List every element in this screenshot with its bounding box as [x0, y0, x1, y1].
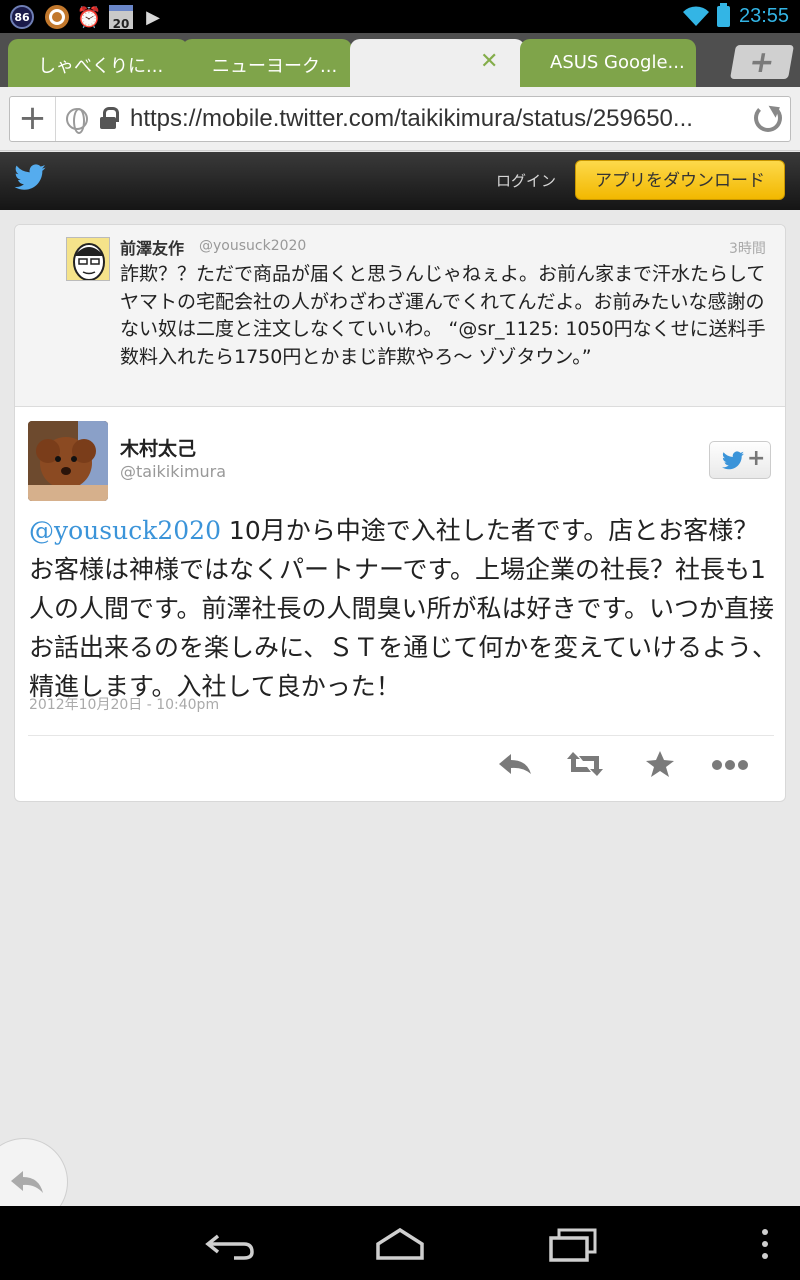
more-icon[interactable]	[710, 748, 750, 780]
tab-4[interactable]: ASUS Google...	[520, 39, 696, 87]
tweet-card: 前澤友作 @yousuck2020 3時間 詐欺？？ただで商品が届くと思うんじゃ…	[14, 224, 786, 802]
reply-text: 詐欺？？ただで商品が届くと思うんじゃねぇよ。お前ん家まで汗水たらしてヤマトの宅配…	[120, 263, 766, 368]
reply-author-name[interactable]: 前澤友作	[120, 235, 184, 259]
add-bookmark-icon[interactable]: +	[10, 97, 56, 141]
author-name[interactable]: 木村太己	[120, 434, 196, 461]
app-notification-icon	[45, 5, 69, 29]
tab-active[interactable]	[350, 39, 525, 87]
notification-badge-icon: 86	[10, 5, 34, 29]
reply-author-handle[interactable]: @yousuck2020	[199, 238, 306, 254]
wifi-icon	[683, 6, 709, 26]
mention-link[interactable]: @yousuck2020	[29, 516, 221, 545]
recent-apps-icon[interactable]	[547, 1224, 599, 1264]
lock-icon	[100, 107, 119, 131]
twitter-bird-icon	[722, 451, 744, 470]
login-link[interactable]: ログイン	[496, 170, 556, 191]
close-tab-icon[interactable]: ✕	[480, 49, 498, 74]
system-nav-bar	[0, 1206, 800, 1280]
calendar-icon: 20	[109, 5, 133, 31]
new-tab-button[interactable]: +	[730, 45, 794, 80]
tweet-text: @yousuck2020 10月から中途で入社した者です。店とお客様？お客様は神…	[29, 511, 777, 706]
reply-avatar[interactable]	[66, 237, 110, 281]
back-arrow-icon	[11, 1171, 43, 1193]
url-text[interactable]: https://mobile.twitter.com/taikikimura/s…	[130, 105, 693, 133]
tab-2[interactable]: ニューヨーク...	[182, 39, 352, 87]
home-icon[interactable]	[374, 1224, 426, 1264]
reply-timestamp: 3時間	[729, 241, 766, 257]
address-bar[interactable]: + https://mobile.twitter.com/taikikimura…	[9, 96, 791, 142]
divider	[28, 735, 774, 736]
globe-icon	[66, 108, 88, 134]
author-avatar[interactable]	[28, 421, 108, 501]
address-bar-area: + https://mobile.twitter.com/taikikimura…	[0, 87, 800, 151]
alarm-icon: ⏰	[76, 5, 102, 29]
favorite-icon[interactable]	[640, 748, 680, 780]
tab-1[interactable]: しゃべくりに...	[8, 39, 188, 87]
screen: { "status_bar": { "notif_badge": "86", "…	[0, 0, 800, 1280]
battery-icon	[717, 3, 730, 27]
reload-icon[interactable]	[754, 104, 782, 132]
follow-button[interactable]: +	[709, 441, 771, 479]
back-icon[interactable]	[204, 1224, 256, 1264]
retweet-icon[interactable]	[565, 748, 605, 780]
author-handle[interactable]: @taikikimura	[120, 462, 226, 481]
play-store-icon: ▶	[146, 6, 160, 28]
reply-icon[interactable]	[495, 748, 535, 780]
browser-tab-bar: しゃべくりに... ニューヨーク... ✕ ASUS Google... +	[0, 33, 800, 87]
menu-icon[interactable]	[758, 1224, 772, 1264]
clock: 23:55	[739, 5, 790, 27]
plus-icon: +	[747, 446, 766, 471]
tweet-date: 2012年10月20日 - 10:40pm	[29, 697, 220, 713]
download-app-button[interactable]: アプリをダウンロード	[575, 160, 785, 200]
twitter-header: ログイン アプリをダウンロード	[0, 152, 800, 210]
in-reply-to-tweet[interactable]: 前澤友作 @yousuck2020 3時間 詐欺？？ただで商品が届くと思うんじゃ…	[15, 225, 785, 407]
twitter-logo-icon[interactable]	[13, 161, 47, 195]
status-bar: 86 ⏰ 20 ▶ 23:55	[0, 0, 800, 33]
